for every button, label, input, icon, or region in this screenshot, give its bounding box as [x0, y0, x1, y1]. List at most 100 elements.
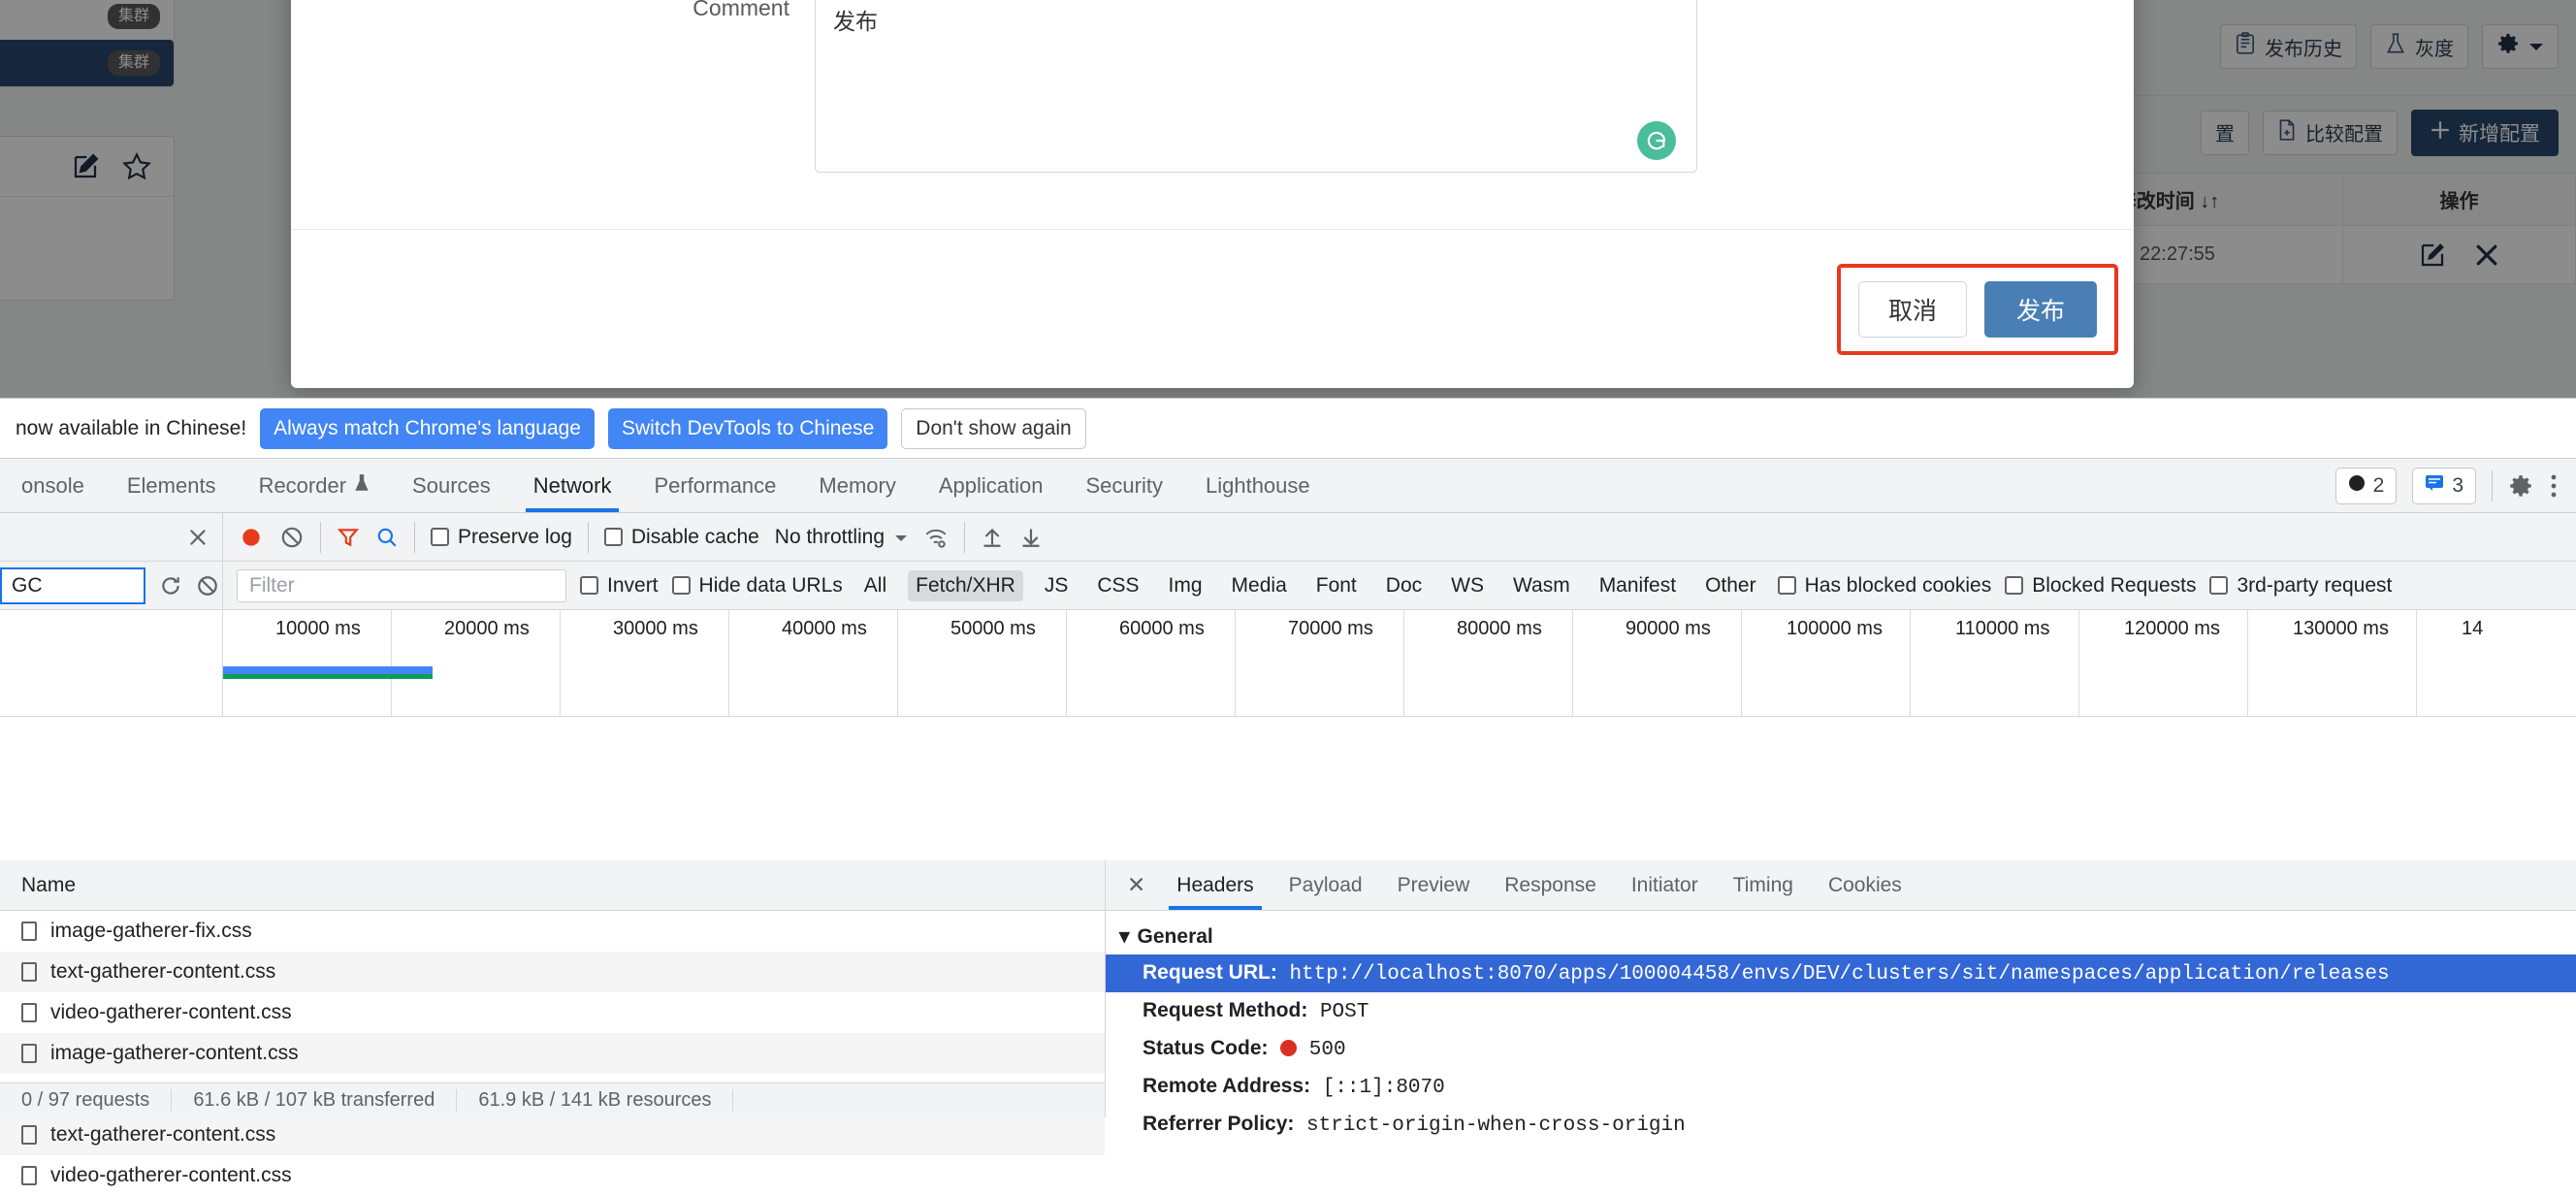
reload-icon[interactable] [159, 574, 182, 598]
wifi-settings-icon[interactable] [923, 525, 949, 550]
list-item[interactable]: video-gatherer-content.css [0, 992, 1105, 1033]
subtab-initiator[interactable]: Initiator [1614, 860, 1716, 910]
preserve-log-label: Preserve log [458, 526, 572, 549]
message-count-badge[interactable]: 3 [2412, 468, 2476, 504]
tab-application[interactable]: Application [918, 459, 1065, 512]
publish-button[interactable]: 发布 [1984, 281, 2097, 338]
status-code-row: Status Code: 500 [1106, 1030, 2576, 1068]
error-count: 2 [2373, 474, 2385, 498]
comment-input[interactable] [815, 0, 1697, 173]
request-url-value: http://localhost:8070/apps/100004458/env… [1289, 963, 2389, 986]
timeline-tick: 80000 ms [1457, 618, 1542, 640]
subtab-headers[interactable]: Headers [1159, 860, 1271, 910]
filter-type-font[interactable]: Font [1308, 570, 1365, 601]
list-item[interactable]: image-gatherer-content.css [0, 1033, 1105, 1074]
network-overview-timeline[interactable]: 10000 ms 20000 ms 30000 ms 40000 ms 5000… [0, 610, 2576, 717]
general-section-header[interactable]: ▾ General [1106, 911, 2576, 954]
request-name: image-gatherer-fix.css [50, 920, 252, 943]
document-icon [21, 921, 37, 941]
record-icon[interactable] [239, 525, 264, 550]
filter-type-wasm[interactable]: Wasm [1505, 570, 1578, 601]
list-item[interactable]: text-gatherer-content.css [0, 952, 1105, 992]
timeline-tick: 60000 ms [1119, 618, 1205, 640]
download-icon[interactable] [1019, 526, 1043, 549]
list-item[interactable]: image-gatherer-fix.css [0, 911, 1105, 952]
dialog-body: Comment [291, 0, 2134, 229]
referrer-policy-row: Referrer Policy: strict-origin-when-cros… [1106, 1106, 2576, 1144]
clear-icon[interactable] [279, 525, 305, 550]
tab-console[interactable]: onsole [0, 459, 106, 512]
timeline-tick: 50000 ms [950, 618, 1036, 640]
tab-network[interactable]: Network [512, 459, 633, 512]
filter-input[interactable]: Filter [237, 569, 566, 602]
subtab-timing[interactable]: Timing [1716, 860, 1811, 910]
tab-elements[interactable]: Elements [106, 459, 238, 512]
remote-address-value: [::1]:8070 [1323, 1077, 1445, 1099]
list-item[interactable]: text-gatherer-content.css [0, 1115, 1105, 1155]
has-blocked-cookies-checkbox[interactable]: Has blocked cookies [1778, 574, 1992, 598]
subtab-payload[interactable]: Payload [1272, 860, 1380, 910]
blocked-requests-checkbox[interactable]: Blocked Requests [2005, 574, 2196, 598]
gc-input[interactable]: GC [0, 567, 145, 604]
tab-security[interactable]: Security [1065, 459, 1184, 512]
throttling-value: No throttling [775, 526, 885, 549]
request-method-value: POST [1320, 1001, 1368, 1023]
filter-type-all[interactable]: All [856, 570, 894, 601]
request-url-row[interactable]: Request URL: http://localhost:8070/apps/… [1106, 954, 2576, 992]
block-icon[interactable] [196, 574, 219, 598]
gear-icon[interactable] [2508, 473, 2533, 499]
timeline-tick: 14 [2462, 618, 2483, 640]
message-count: 3 [2452, 474, 2463, 498]
kebab-menu-icon[interactable] [2549, 473, 2559, 499]
filter-type-css[interactable]: CSS [1089, 570, 1146, 601]
comment-label: Comment [291, 0, 815, 178]
triangle-down-icon: ▾ [1119, 924, 1130, 949]
divider [964, 522, 965, 553]
subtab-preview[interactable]: Preview [1380, 860, 1488, 910]
search-icon[interactable] [375, 526, 399, 549]
tab-memory[interactable]: Memory [797, 459, 917, 512]
switch-devtools-language-button[interactable]: Switch DevTools to Chinese [608, 408, 887, 449]
checkbox-box [431, 528, 449, 546]
tab-performance[interactable]: Performance [632, 459, 797, 512]
grammarly-icon[interactable] [1637, 121, 1676, 160]
close-detail-icon[interactable]: ✕ [1113, 860, 1159, 910]
message-icon [2425, 474, 2444, 498]
filter-type-media[interactable]: Media [1224, 570, 1295, 601]
network-filter-row: GC Filter Invert Hide data URLs All Fetc… [0, 562, 2576, 610]
filter-type-fetch-xhr[interactable]: Fetch/XHR [908, 570, 1023, 601]
third-party-requests-label: 3rd-party request [2237, 574, 2392, 598]
cancel-button[interactable]: 取消 [1858, 281, 1967, 338]
preserve-log-checkbox[interactable]: Preserve log [431, 526, 572, 549]
upload-icon[interactable] [981, 526, 1004, 549]
filter-type-manifest[interactable]: Manifest [1592, 570, 1684, 601]
filter-type-img[interactable]: Img [1161, 570, 1210, 601]
general-section-title: General [1138, 925, 1213, 949]
tab-lighthouse[interactable]: Lighthouse [1184, 459, 1332, 512]
timeline-tick: 90000 ms [1626, 618, 1711, 640]
request-detail-panel: ✕ Headers Payload Preview Response Initi… [1106, 860, 2576, 1117]
third-party-requests-checkbox[interactable]: 3rd-party request [2209, 574, 2392, 598]
filter-type-doc[interactable]: Doc [1378, 570, 1430, 601]
invert-checkbox[interactable]: Invert [580, 574, 659, 598]
dismiss-banner-button[interactable]: Don't show again [901, 408, 1085, 449]
close-icon[interactable] [187, 527, 209, 548]
filter-type-js[interactable]: JS [1037, 570, 1077, 601]
disable-cache-checkbox[interactable]: Disable cache [604, 526, 759, 549]
list-item[interactable]: video-gatherer-content.css [0, 1155, 1105, 1196]
error-count-badge[interactable]: 2 [2335, 468, 2398, 504]
filter-type-ws[interactable]: WS [1443, 570, 1492, 601]
subtab-cookies[interactable]: Cookies [1811, 860, 1919, 910]
tab-sources[interactable]: Sources [391, 459, 512, 512]
filter-type-other[interactable]: Other [1697, 570, 1764, 601]
subtab-response[interactable]: Response [1487, 860, 1614, 910]
hide-data-urls-checkbox[interactable]: Hide data URLs [672, 574, 843, 598]
request-list-header[interactable]: Name [0, 860, 1105, 911]
toolbar-left-section [0, 513, 223, 561]
request-url-label: Request URL: [1143, 961, 1277, 984]
funnel-icon[interactable] [337, 526, 360, 549]
tab-recorder[interactable]: Recorder [238, 459, 391, 512]
always-match-language-button[interactable]: Always match Chrome's language [260, 408, 595, 449]
throttling-select[interactable]: No throttling [775, 526, 908, 549]
publish-dialog: Comment 取消 发布 [291, 0, 2134, 388]
